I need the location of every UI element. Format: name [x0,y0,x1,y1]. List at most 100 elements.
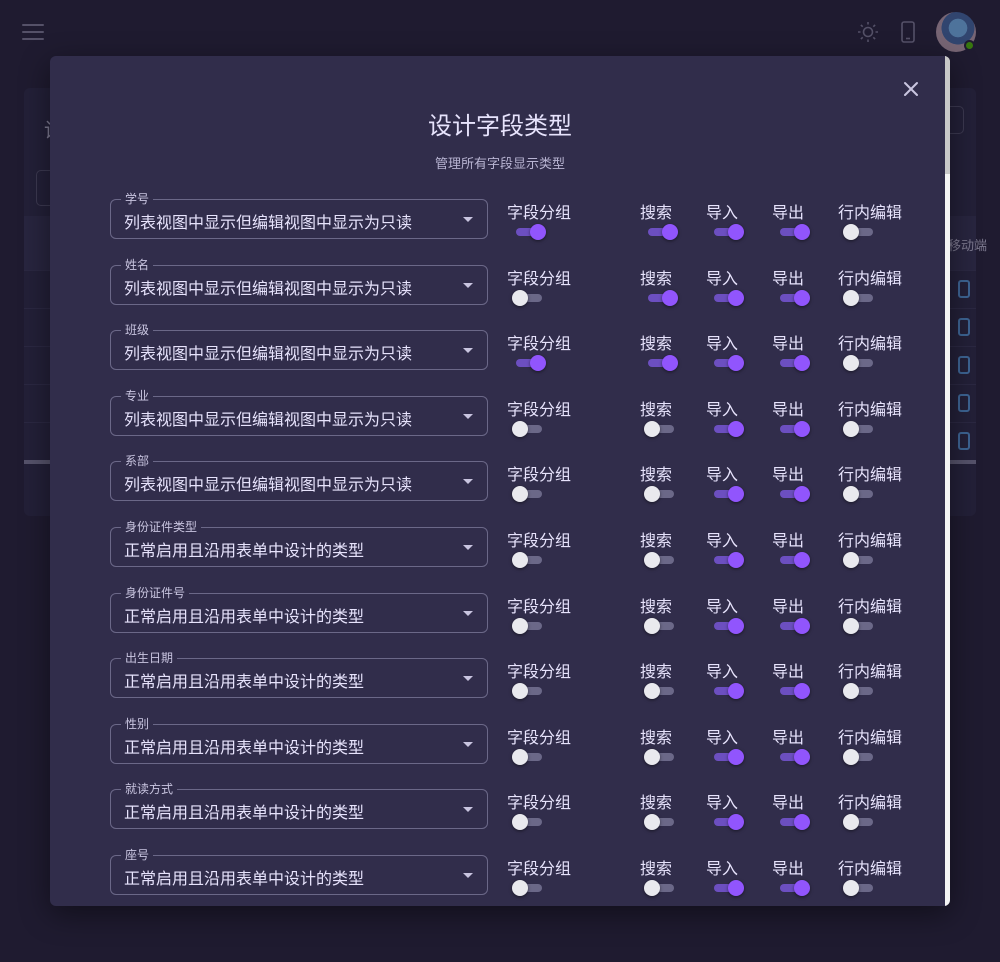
column-label-group: 字段分组 [507,465,572,485]
toggle-group[interactable] [512,617,542,634]
toggle-import[interactable] [714,552,744,568]
field-name-label: 座号 [121,848,154,862]
display-type-select[interactable]: 姓名 列表视图中显示但编辑视图中显示为只读 [110,257,488,305]
toggle-import[interactable] [714,289,744,306]
toggle-search[interactable] [644,748,674,765]
toggle-search[interactable] [644,420,674,437]
toggle-inline-edit[interactable] [843,552,873,568]
toggle-knob [512,486,528,503]
toggle-inline-edit[interactable] [843,748,873,765]
display-type-value: 列表视图中显示但编辑视图中显示为只读 [124,278,413,298]
field-row: 姓名 列表视图中显示但编辑视图中显示为只读 字段分组 搜索 导入 导出 行内编辑 [50,257,950,329]
toggle-knob [530,355,546,372]
toggle-import[interactable] [714,748,744,765]
close-icon[interactable] [901,79,921,99]
toggle-inline-edit[interactable] [843,683,873,700]
toggle-search[interactable] [644,880,674,896]
dropdown-arrow-icon [463,873,473,878]
column-label-group: 字段分组 [507,662,572,682]
toggle-export[interactable] [780,880,810,896]
toggle-export[interactable] [780,683,810,700]
toggle-import[interactable] [714,683,744,700]
toggle-group[interactable] [512,814,542,831]
toggle-knob [794,355,810,372]
toggle-inline-edit[interactable] [843,486,873,503]
toggle-group[interactable] [512,552,542,568]
display-type-select[interactable]: 学号 列表视图中显示但编辑视图中显示为只读 [110,192,488,239]
field-row: 身份证件号 正常启用且沿用表单中设计的类型 字段分组 搜索 导入 导出 行内编辑 [50,585,950,657]
toggle-export[interactable] [780,748,810,765]
toggle-export[interactable] [780,617,810,634]
toggle-knob [843,748,859,765]
toggle-knob [728,486,744,503]
toggle-import[interactable] [714,355,744,372]
toggle-group[interactable] [512,683,542,700]
toggle-search[interactable] [648,224,678,240]
display-type-select[interactable]: 身份证件类型 正常启用且沿用表单中设计的类型 [110,520,488,567]
toggle-import[interactable] [714,224,744,240]
dropdown-arrow-icon [463,348,473,354]
toggle-knob [794,552,810,568]
toggle-search[interactable] [644,617,674,634]
toggle-import[interactable] [714,486,744,503]
display-type-select[interactable]: 性别 正常启用且沿用表单中设计的类型 [110,716,488,764]
toggle-import[interactable] [714,814,744,831]
toggle-group[interactable] [512,880,542,896]
toggle-knob [794,420,810,437]
toggle-search[interactable] [644,683,674,700]
toggle-group[interactable] [516,224,546,240]
dropdown-arrow-icon [463,545,473,550]
display-type-select[interactable]: 出生日期 正常启用且沿用表单中设计的类型 [110,651,488,699]
toggle-search[interactable] [648,289,678,306]
field-row: 系部 列表视图中显示但编辑视图中显示为只读 字段分组 搜索 导入 导出 行内编辑 [50,454,950,525]
toggle-knob [843,289,859,306]
toggle-group[interactable] [516,355,546,372]
toggle-export[interactable] [780,814,810,831]
toggle-export[interactable] [780,486,810,503]
toggle-search[interactable] [644,486,674,503]
toggle-inline-edit[interactable] [843,880,873,896]
toggle-inline-edit[interactable] [843,617,873,634]
toggle-export[interactable] [780,355,810,372]
display-type-select[interactable]: 就读方式 正常启用且沿用表单中设计的类型 [110,782,488,830]
display-type-select[interactable]: 班级 列表视图中显示但编辑视图中显示为只读 [110,323,488,371]
toggle-export[interactable] [780,289,810,306]
column-label-group: 字段分组 [507,268,572,288]
display-type-select[interactable]: 身份证件号 正常启用且沿用表单中设计的类型 [110,585,488,633]
toggle-inline-edit[interactable] [843,420,873,437]
display-type-select[interactable]: 座号 正常启用且沿用表单中设计的类型 [110,848,488,895]
toggle-search[interactable] [648,355,678,372]
toggle-search[interactable] [644,814,674,831]
column-label-import: 导入 [706,268,739,288]
column-label-group: 字段分组 [507,334,572,354]
toggle-group[interactable] [512,486,542,503]
toggle-import[interactable] [714,617,744,634]
toggle-group[interactable] [512,748,542,765]
toggle-import[interactable] [714,420,744,437]
toggle-knob [512,289,528,306]
toggle-knob [728,880,744,896]
field-row: 班级 列表视图中显示但编辑视图中显示为只读 字段分组 搜索 导入 导出 行内编辑 [50,323,950,394]
display-type-select[interactable]: 系部 列表视图中显示但编辑视图中显示为只读 [110,454,488,502]
toggle-search[interactable] [644,552,674,568]
toggle-knob [662,224,678,240]
column-label-import: 导入 [706,727,739,747]
field-name-label: 性别 [121,716,154,731]
toggle-inline-edit[interactable] [843,814,873,831]
toggle-export[interactable] [780,420,810,437]
toggle-knob [794,224,810,240]
display-type-select[interactable]: 专业 列表视图中显示但编辑视图中显示为只读 [110,388,488,436]
toggle-knob [644,552,660,568]
column-label-search: 搜索 [640,662,673,682]
toggle-group[interactable] [512,420,542,437]
toggle-inline-edit[interactable] [843,355,873,372]
column-label-import: 导入 [706,334,739,354]
toggle-import[interactable] [714,880,744,896]
toggle-inline-edit[interactable] [843,224,873,240]
toggle-group[interactable] [512,289,542,306]
column-label-import: 导入 [706,203,739,222]
toggle-knob [728,420,744,437]
toggle-export[interactable] [780,552,810,568]
toggle-export[interactable] [780,224,810,240]
toggle-inline-edit[interactable] [843,289,873,306]
